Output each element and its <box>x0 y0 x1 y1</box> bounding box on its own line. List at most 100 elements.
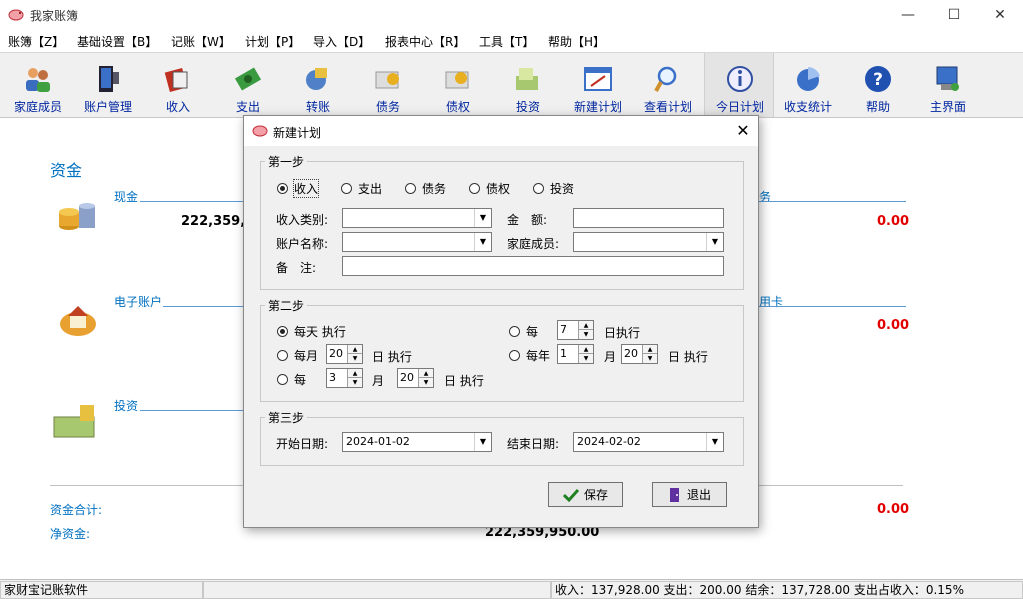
end-date-picker[interactable]: 2024-02-02 ▼ <box>573 432 724 452</box>
toolbar-expense[interactable]: 支出 <box>213 53 283 117</box>
spin-up-icon[interactable]: ▲ <box>348 345 362 354</box>
account-select[interactable]: ▼ <box>342 232 492 252</box>
member-select[interactable]: ▼ <box>573 232 724 252</box>
menu-basic-settings[interactable]: 基础设置【B】 <box>77 33 157 50</box>
radio-label: 支出 <box>358 182 383 196</box>
every-days-spinner[interactable]: 7 ▲ ▼ <box>557 320 594 340</box>
radio-every-n-days[interactable]: 每 <box>509 323 538 340</box>
income-icon <box>164 68 188 92</box>
spinner-buttons[interactable]: ▲ ▼ <box>347 369 362 387</box>
menu-bookkeeping[interactable]: 记账【W】 <box>171 33 231 50</box>
toolbar-label: 收支统计 <box>783 100 832 114</box>
spin-up-icon[interactable]: ▲ <box>643 345 657 354</box>
invest-label[interactable]: 投资 <box>114 397 138 414</box>
spinner-buttons[interactable]: ▲ ▼ <box>642 345 657 363</box>
dialog-title: 新建计划 <box>273 126 322 140</box>
ebank-house-icon <box>60 306 96 336</box>
menu-plan[interactable]: 计划【P】 <box>245 33 300 50</box>
help-icon: ? <box>865 66 891 92</box>
toolbar-family-members[interactable]: 家庭成员 <box>3 53 73 117</box>
right-label-debt[interactable]: 务 <box>759 188 771 205</box>
yearly-month-label: 月 <box>604 350 617 364</box>
radio-investment[interactable]: 投资 <box>533 180 574 197</box>
maximize-button[interactable]: ☐ <box>931 0 977 30</box>
total-right-amount: 0.00 <box>877 502 910 517</box>
every-months-spinner[interactable]: 3 ▲ ▼ <box>326 368 363 388</box>
toolbar-label: 家庭成员 <box>13 100 62 114</box>
exit-button[interactable]: 退出 <box>652 482 727 507</box>
save-button[interactable]: 保存 <box>548 482 623 507</box>
end-date-value: 2024-02-02 <box>577 435 641 448</box>
radio-debt[interactable]: 债务 <box>405 180 446 197</box>
radio-label: 债权 <box>486 182 511 196</box>
toolbar-income[interactable]: 收入 <box>143 53 213 117</box>
radio-credit[interactable]: 债权 <box>469 180 510 197</box>
yearly-month-spinner[interactable]: 1 ▲ ▼ <box>557 344 594 364</box>
close-window-button[interactable]: ✕ <box>977 0 1023 30</box>
ebank-label[interactable]: 电子账户 <box>114 293 162 310</box>
start-date-label: 开始日期: <box>276 437 329 451</box>
radio-dot <box>277 183 288 194</box>
spin-up-icon[interactable]: ▲ <box>579 321 593 330</box>
menu-import[interactable]: 导入【D】 <box>313 33 370 50</box>
spinner-value: 3 <box>329 371 336 384</box>
spin-up-icon[interactable]: ▲ <box>419 369 433 378</box>
amount-input[interactable] <box>573 208 724 228</box>
spin-down-icon[interactable]: ▼ <box>579 330 593 339</box>
radio-yearly[interactable]: 每年 <box>509 347 550 364</box>
toolbar-today-plan[interactable]: 今日计划 <box>704 53 774 117</box>
toolbar-new-plan[interactable]: 新建计划 <box>563 53 633 117</box>
spin-down-icon[interactable]: ▼ <box>348 354 362 363</box>
status-app-name: 家财宝记账软件 <box>0 581 203 599</box>
yearly-day-spinner[interactable]: 20 ▲ ▼ <box>621 344 658 364</box>
toolbar-investment[interactable]: 投资 <box>493 53 563 117</box>
spin-down-icon[interactable]: ▼ <box>348 378 362 387</box>
start-date-picker[interactable]: 2024-01-02 ▼ <box>342 432 492 452</box>
spin-down-icon[interactable]: ▼ <box>643 354 657 363</box>
toolbar-help[interactable]: ? 帮助 <box>843 53 913 117</box>
spin-up-icon[interactable]: ▲ <box>348 369 362 378</box>
dialog-close-button[interactable]: ✕ <box>732 120 754 142</box>
right-label-credit-card[interactable]: 用卡 <box>759 293 783 310</box>
radio-daily[interactable]: 每天 执行 <box>277 323 346 340</box>
every-months-day-spinner[interactable]: 20 ▲ ▼ <box>397 368 434 388</box>
spinner-buttons[interactable]: ▲ ▼ <box>347 345 362 363</box>
cash-label[interactable]: 现金 <box>114 188 138 205</box>
note-input[interactable] <box>342 256 724 276</box>
radio-dot <box>509 326 520 337</box>
toolbar-transfer[interactable]: 转账 <box>283 53 353 117</box>
toolbar-label: 投资 <box>515 100 540 114</box>
toolbar-statistics[interactable]: 收支统计 <box>773 53 843 117</box>
minimize-button[interactable]: — <box>885 0 931 30</box>
spin-up-icon[interactable]: ▲ <box>579 345 593 354</box>
spinner-buttons[interactable]: ▲ ▼ <box>418 369 433 387</box>
radio-label: 每年 <box>526 349 551 363</box>
toolbar-account-management[interactable]: 账户管理 <box>73 53 143 117</box>
radio-dot <box>509 350 520 361</box>
menu-ledger[interactable]: 账簿【Z】 <box>8 33 64 50</box>
toolbar-main-screen[interactable]: 主界面 <box>913 53 983 117</box>
debt-amount: 0.00 <box>877 214 910 229</box>
radio-every-n-months[interactable]: 每 <box>277 371 306 388</box>
investment-money-icon <box>53 405 95 438</box>
radio-expense[interactable]: 支出 <box>341 180 382 197</box>
menu-report-center[interactable]: 报表中心【R】 <box>385 33 465 50</box>
spinner-buttons[interactable]: ▲ ▼ <box>578 345 593 363</box>
radio-income[interactable]: 收入 <box>277 179 320 198</box>
spin-down-icon[interactable]: ▼ <box>419 378 433 387</box>
note-label: 备 注: <box>276 261 317 275</box>
radio-monthly[interactable]: 每月 <box>277 347 318 364</box>
spinner-buttons[interactable]: ▲ ▼ <box>578 321 593 339</box>
menu-tools[interactable]: 工具【T】 <box>479 33 534 50</box>
every-days-exec-label: 日执行 <box>604 326 641 340</box>
menu-help[interactable]: 帮助【H】 <box>548 33 605 50</box>
chevron-down-icon: ▼ <box>474 433 491 451</box>
category-select[interactable]: ▼ <box>342 208 492 228</box>
toolbar-view-plan[interactable]: 查看计划 <box>633 53 703 117</box>
save-label: 保存 <box>583 488 608 502</box>
monthly-day-spinner[interactable]: 20 ▲ ▼ <box>326 344 363 364</box>
spinner-value: 7 <box>560 323 567 336</box>
toolbar-debt[interactable]: 债务 <box>353 53 423 117</box>
toolbar-credit[interactable]: 债权 <box>423 53 493 117</box>
spin-down-icon[interactable]: ▼ <box>579 354 593 363</box>
